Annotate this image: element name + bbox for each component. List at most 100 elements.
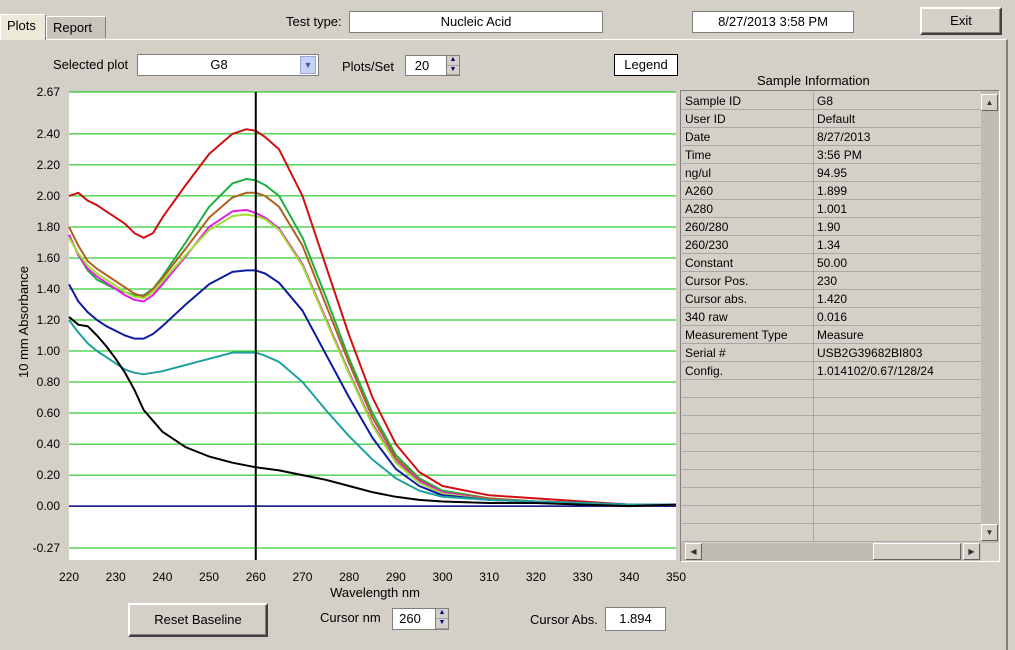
sample-info-table: Sample ID G8 User ID Default Date 8/27/2013 Ti… <box>682 92 981 542</box>
sample-info-key: 340 raw <box>682 307 814 326</box>
sample-info-key <box>682 505 814 524</box>
cursor-nm-stepper[interactable]: ▲ ▼ <box>435 608 449 630</box>
sample-info-row <box>682 433 981 452</box>
down-arrow-icon[interactable]: ▼ <box>436 619 448 629</box>
sample-info-key: A280 <box>682 199 814 218</box>
selected-plot-dropdown[interactable]: G8 <box>137 54 319 76</box>
sample-info-key: Sample ID <box>682 92 814 110</box>
sample-info-row <box>682 379 981 398</box>
sample-info-key <box>682 523 814 542</box>
sample-info-row: Measurement Type Measure <box>682 325 981 344</box>
plot-area[interactable] <box>69 92 676 560</box>
sample-info-row: User ID Default <box>682 109 981 128</box>
scroll-right-icon[interactable]: ▶ <box>963 543 980 560</box>
sample-info-value <box>813 523 981 542</box>
cursor-abs-field: 1.894 <box>605 607 666 631</box>
sample-info-row: Config. 1.014102/0.67/128/24 <box>682 361 981 380</box>
horizontal-scrollbar[interactable]: ◀ ▶ <box>681 543 981 561</box>
sample-info-value: 50.00 <box>813 253 981 272</box>
sample-info-key: Time <box>682 145 814 164</box>
sample-info-title: Sample Information <box>757 73 870 88</box>
cursor-nm-label: Cursor nm <box>320 610 381 625</box>
sample-info-row <box>682 487 981 506</box>
cursor-nm-field[interactable]: 260 <box>392 608 436 630</box>
scroll-thumb[interactable] <box>873 543 961 560</box>
sample-info-value: Measure <box>813 325 981 344</box>
test-type-field: Nucleic Acid <box>349 11 603 33</box>
sample-info-value: 0.016 <box>813 307 981 326</box>
sample-info-row: 260/280 1.90 <box>682 217 981 236</box>
scroll-left-icon[interactable]: ◀ <box>685 543 702 560</box>
plots-per-set-field[interactable]: 20 <box>405 55 447 76</box>
sample-info-row <box>682 415 981 434</box>
sample-info-value: G8 <box>813 92 981 110</box>
sample-info-row <box>682 451 981 470</box>
sample-info-key <box>682 433 814 452</box>
sample-info-row: 260/230 1.34 <box>682 235 981 254</box>
sample-info-key <box>682 469 814 488</box>
exit-button[interactable]: Exit <box>920 7 1002 35</box>
plots-per-set-stepper[interactable]: ▲ ▼ <box>446 55 460 76</box>
sample-info-value <box>813 487 981 506</box>
scroll-up-icon[interactable]: ▲ <box>981 94 998 111</box>
sample-info-key: A260 <box>682 181 814 200</box>
sample-info-value: 1.34 <box>813 235 981 254</box>
sample-info-value: 1.001 <box>813 199 981 218</box>
sample-info-value: 1.420 <box>813 289 981 308</box>
sample-info-key <box>682 379 814 398</box>
sample-info-key: Config. <box>682 361 814 380</box>
reset-baseline-button[interactable]: Reset Baseline <box>128 603 268 637</box>
sample-info-value: 230 <box>813 271 981 290</box>
sample-info-row <box>682 397 981 416</box>
up-arrow-icon[interactable]: ▲ <box>436 609 448 619</box>
sample-info-key <box>682 415 814 434</box>
sample-info-key <box>682 451 814 470</box>
up-arrow-icon[interactable]: ▲ <box>447 56 459 66</box>
sample-info-value <box>813 397 981 416</box>
sample-info-row: Constant 50.00 <box>682 253 981 272</box>
sample-info-key: Cursor abs. <box>682 289 814 308</box>
sample-info-row: ng/ul 94.95 <box>682 163 981 182</box>
sample-info-value <box>813 433 981 452</box>
sample-info-row: Sample ID G8 <box>682 92 981 110</box>
sample-info-value <box>813 505 981 524</box>
sample-info-value <box>813 451 981 470</box>
sample-info-value: Default <box>813 109 981 128</box>
tab-report[interactable]: Report <box>46 16 106 38</box>
sample-info-value <box>813 469 981 488</box>
sample-info-value: 8/27/2013 <box>813 127 981 146</box>
scroll-down-icon[interactable]: ▼ <box>981 524 998 541</box>
tab-plots[interactable]: Plots <box>0 14 46 40</box>
sample-info-key: Date <box>682 127 814 146</box>
sample-info-key: Constant <box>682 253 814 272</box>
vertical-scrollbar[interactable]: ▲ ▼ <box>981 91 999 543</box>
sample-info-key: 260/280 <box>682 217 814 236</box>
sample-info-row: Time 3:56 PM <box>682 145 981 164</box>
sample-info-value: 1.014102/0.67/128/24 <box>813 361 981 380</box>
cursor-abs-label: Cursor Abs. <box>530 612 598 627</box>
down-arrow-icon[interactable]: ▼ <box>447 66 459 75</box>
plots-per-set-label: Plots/Set <box>342 59 395 74</box>
test-type-label: Test type: <box>286 14 342 29</box>
sample-info-key: User ID <box>682 109 814 128</box>
sample-info-row <box>682 469 981 488</box>
sample-info-row <box>682 523 981 542</box>
sample-info-row: Cursor Pos. 230 <box>682 271 981 290</box>
sample-info-value: 94.95 <box>813 163 981 182</box>
sample-info-row: 340 raw 0.016 <box>682 307 981 326</box>
sample-info-value: 1.899 <box>813 181 981 200</box>
sample-info-key <box>682 397 814 416</box>
sample-info-row: Serial # USB2G39682BI803 <box>682 343 981 362</box>
sample-info-value <box>813 379 981 398</box>
sample-info-row: Cursor abs. 1.420 <box>682 289 981 308</box>
sample-info-value: 1.90 <box>813 217 981 236</box>
sample-info-key <box>682 487 814 506</box>
sample-info-key: 260/230 <box>682 235 814 254</box>
legend-button[interactable]: Legend <box>614 54 678 76</box>
sample-info-row <box>682 505 981 524</box>
sample-info-value: 3:56 PM <box>813 145 981 164</box>
sample-info-row: A280 1.001 <box>682 199 981 218</box>
selected-plot-label: Selected plot <box>53 57 129 72</box>
sample-info-value: USB2G39682BI803 <box>813 343 981 362</box>
chevron-down-icon[interactable]: ▼ <box>300 56 316 74</box>
